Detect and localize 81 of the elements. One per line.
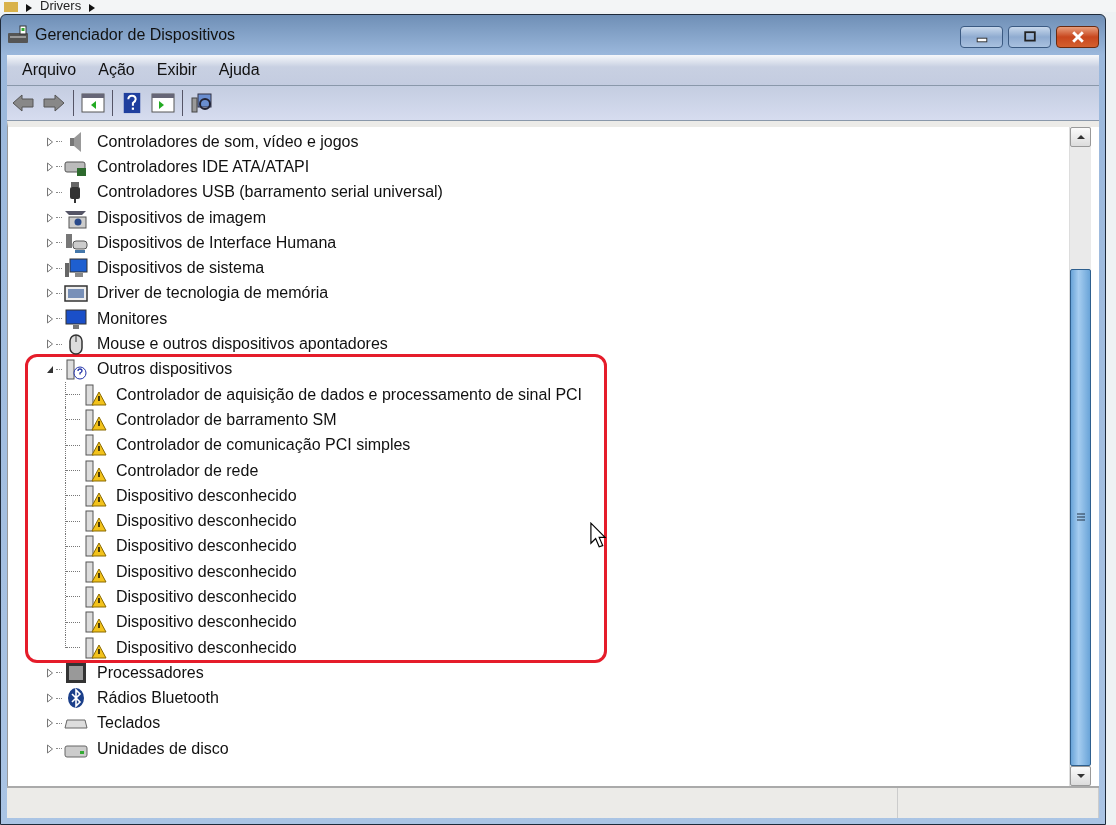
tree-item[interactable]: Controladores de som, vídeo e jogos (96, 132, 360, 151)
breadcrumb-item[interactable]: Drivers (40, 0, 82, 12)
tree-item[interactable]: Dispositivo desconhecido (115, 613, 298, 632)
expand-arrow-icon[interactable] (46, 667, 54, 678)
mouse-pointer-icon (589, 522, 607, 548)
tree-item[interactable]: Teclados (96, 714, 162, 733)
scan-hardware-icon[interactable] (190, 92, 214, 114)
tree-item[interactable]: Mouse e outros dispositivos apontadores (96, 335, 389, 353)
close-icon (1069, 31, 1086, 43)
forward-arrow-icon[interactable] (42, 92, 66, 114)
tree-item[interactable]: Controladores USB (barramento serial universal) (96, 183, 444, 202)
tree-item[interactable]: Dispositivo desconhecido (115, 486, 298, 505)
warning-device-icon (83, 535, 107, 558)
close-button[interactable] (1056, 26, 1099, 48)
expand-arrow-icon[interactable] (46, 313, 54, 324)
warning-device-icon (83, 383, 107, 406)
monitor-icon (64, 307, 88, 330)
warning-device-icon (83, 611, 107, 634)
tree-item[interactable]: Dispositivo desconhecido (115, 512, 298, 531)
tree-item[interactable]: Controlador de barramento SM (115, 410, 338, 429)
warning-device-icon (83, 434, 107, 457)
panel-icon[interactable] (81, 92, 105, 114)
warning-device-icon (83, 636, 107, 659)
computer-icon (64, 257, 88, 280)
expand-arrow-icon[interactable] (46, 693, 54, 704)
tree-item[interactable]: Dispositivo desconhecido (115, 588, 298, 606)
warning-device-icon (83, 560, 107, 583)
expand-arrow-icon[interactable] (46, 263, 54, 274)
tree-item[interactable]: Controladores IDE ATA/ATAPI (96, 157, 311, 176)
tree-item[interactable]: Outros dispositivos (96, 360, 234, 379)
menu-item[interactable]: Ação (87, 61, 146, 79)
scroll-down-button[interactable] (1070, 766, 1091, 786)
tree-item[interactable]: Monitores (96, 309, 169, 328)
tree-item[interactable]: Dispositivo desconhecido (115, 537, 298, 556)
question-icon (64, 358, 88, 381)
folder-icon (4, 2, 18, 12)
scroll-up-button[interactable] (1070, 127, 1091, 147)
expand-arrow-icon[interactable] (46, 718, 54, 729)
panel-icon[interactable] (151, 92, 175, 114)
tree-item[interactable]: Dispositivos de imagem (96, 208, 267, 227)
down-arrow-icon (1075, 773, 1086, 779)
up-arrow-icon (1075, 134, 1086, 140)
menu-item[interactable]: Exibir (145, 61, 208, 79)
expand-arrow-icon[interactable] (46, 161, 54, 172)
collapse-arrow-icon[interactable] (46, 364, 54, 375)
chip-icon (64, 661, 88, 684)
scrollbar-thumb[interactable] (1070, 268, 1091, 766)
warning-device-icon (83, 459, 107, 482)
menu-item[interactable]: Ajuda (207, 61, 271, 79)
expand-arrow-icon[interactable] (46, 187, 54, 198)
warning-device-icon (83, 510, 107, 533)
device-manager-icon (7, 25, 29, 45)
menu-item[interactable]: Arquivo (11, 61, 88, 79)
expand-arrow-icon[interactable] (46, 136, 54, 147)
chevron-icon[interactable] (26, 4, 32, 12)
chevron-icon[interactable] (89, 4, 96, 12)
tree-item[interactable]: Controlador de rede (115, 461, 260, 480)
expand-arrow-icon[interactable] (46, 339, 54, 349)
expand-arrow-icon[interactable] (46, 212, 54, 223)
tree-item[interactable]: Dispositivo desconhecido (115, 638, 298, 657)
tree-item[interactable]: Dispositivo desconhecido (115, 562, 298, 581)
warning-device-icon (83, 484, 107, 507)
tree-item[interactable]: Driver de tecnologia de memória (96, 284, 330, 303)
minimize-button[interactable] (960, 26, 1003, 48)
tree-item[interactable]: Rádios Bluetooth (96, 689, 220, 708)
tree-item[interactable]: Controlador de comunicação PCI simples (115, 436, 412, 455)
maximize-icon (1021, 31, 1038, 43)
tree-item[interactable]: Dispositivos de sistema (96, 259, 266, 278)
expand-arrow-icon[interactable] (46, 237, 54, 248)
expand-arrow-icon[interactable] (46, 288, 54, 299)
tree-item[interactable]: Controlador de aquisição de dados e processamento de sinal PCI (115, 385, 584, 404)
window-title: Gerenciador de Dispositivos (35, 26, 237, 44)
back-arrow-icon[interactable] (11, 92, 35, 114)
tree-item[interactable]: Unidades de disco (96, 739, 230, 758)
vertical-scrollbar[interactable] (1069, 127, 1091, 786)
warning-device-icon (83, 586, 107, 608)
tree-item[interactable]: Dispositivos de Interface Humana (96, 233, 338, 252)
maximize-button[interactable] (1008, 26, 1051, 48)
tree-item[interactable]: Processadores (96, 663, 205, 682)
expand-arrow-icon[interactable] (46, 743, 54, 754)
warning-device-icon (83, 408, 107, 431)
